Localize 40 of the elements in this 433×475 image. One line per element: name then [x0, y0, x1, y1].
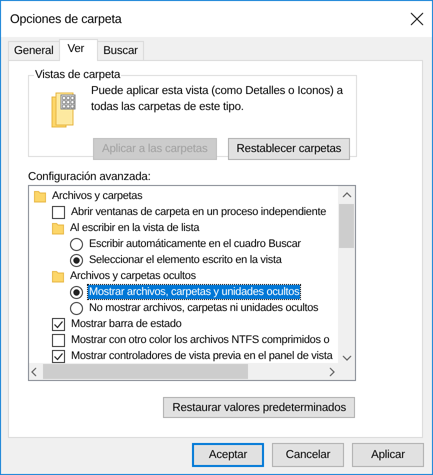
checkbox[interactable] — [52, 206, 65, 218]
group-title: Vistas de carpeta — [34, 69, 122, 81]
checkbox[interactable] — [52, 334, 65, 346]
ok-button[interactable]: Aceptar — [192, 443, 264, 467]
radio-button[interactable] — [70, 302, 83, 314]
radio-button[interactable] — [70, 286, 83, 298]
option-label[interactable]: Abrir ventanas de carpeta en un proceso independiente — [70, 205, 328, 219]
tab[interactable]: Ver — [58, 39, 98, 61]
window-title: Opciones de carpeta — [10, 12, 123, 26]
reset-folders-button[interactable]: Restablecer carpetas — [228, 138, 350, 160]
cancel-button[interactable]: Cancelar — [272, 443, 344, 467]
folder-icon — [34, 190, 46, 202]
folder-grid-icon — [51, 91, 77, 129]
group-label[interactable]: Archivos y carpetas — [51, 189, 144, 203]
option-label[interactable]: Mostrar controladores de vista previa en el panel de vista — [70, 349, 334, 363]
checkbox[interactable] — [52, 318, 65, 330]
folder-icon — [52, 222, 64, 234]
scroll-thumb[interactable] — [43, 364, 248, 379]
scroll-thumb[interactable] — [339, 204, 354, 248]
section-label: Configuración avanzada: — [28, 171, 152, 183]
folder-icon — [52, 270, 64, 282]
option-label[interactable]: Mostrar barra de estado — [70, 317, 182, 331]
checkbox[interactable] — [52, 350, 65, 362]
close-icon[interactable] — [410, 12, 424, 26]
tab[interactable]: General — [8, 41, 60, 60]
option-label[interactable]: Escribir automáticamente en el cuadro Buscar — [88, 237, 302, 251]
tab[interactable]: Buscar — [97, 41, 144, 60]
apply-button[interactable]: Aplicar — [352, 443, 424, 467]
option-label[interactable]: Mostrar con otro color los archivos NTFS comprimidos o — [70, 333, 330, 347]
vertical-scrollbar[interactable] — [338, 186, 355, 363]
option-label[interactable]: No mostrar archivos, carpetas ni unidades ocultos — [88, 301, 320, 315]
radio-button[interactable] — [70, 254, 83, 266]
option-label[interactable]: Seleccionar el elemento escrito en la vista — [88, 253, 283, 267]
description-text: Puede aplicar esta vista (como Detalles o Iconos) a todas las carpetas de este tipo. — [91, 84, 344, 115]
group-label[interactable]: Archivos y carpetas ocultos — [69, 269, 197, 283]
option-label[interactable]: Mostrar archivos, carpetas y unidades ocultos — [88, 285, 300, 299]
radio-button[interactable] — [70, 238, 83, 250]
horizontal-scrollbar[interactable] — [29, 363, 338, 380]
group-label[interactable]: Al escribir en la vista de lista — [69, 221, 200, 235]
restore-defaults-button[interactable]: Restaurar valores predeterminados — [163, 397, 355, 418]
